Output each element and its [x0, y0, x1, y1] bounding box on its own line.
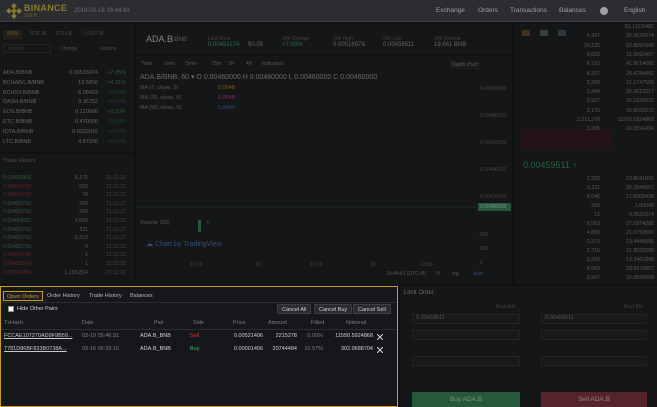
hide-other-pairs-checkbox[interactable] — [8, 306, 14, 312]
cancel-sell-button[interactable]: Cancel Sell — [353, 304, 391, 314]
order-notional: 11550.5924868 — [335, 333, 373, 339]
binance-logo-icon — [6, 3, 22, 19]
col-txhash: TxHash — [4, 320, 23, 326]
nav-transactions[interactable]: Transactions — [510, 7, 547, 14]
col-amount: Amount — [268, 320, 287, 326]
order-side: Sell — [190, 333, 200, 339]
order-date: 03-19 05:46:31 — [82, 333, 120, 339]
clock: 2019-03-18 16:44:43 — [74, 8, 130, 14]
order-date: 03-16 06:33:16 — [82, 346, 120, 352]
tab-trade-history[interactable]: Trade History — [86, 291, 125, 301]
order-price: 0.00521406 — [233, 333, 263, 339]
col-side: Side — [193, 320, 205, 326]
top-bar: BINANCE DEX 2019-03-18 16:44:43 Exchange… — [0, 0, 657, 22]
order-notional: 302.0688704 — [340, 346, 373, 352]
col-filled: Filled — [311, 320, 325, 326]
order-pair: ADA.B_BNB — [140, 333, 171, 339]
tab-order-history[interactable]: Order History — [44, 291, 83, 301]
tab-open-orders[interactable]: Open Orders — [3, 291, 43, 301]
header-divider — [1, 329, 396, 330]
order-side: Buy — [190, 346, 200, 352]
cancel-order-icon[interactable] — [377, 347, 383, 353]
table-row: FCCAE107270AD9F9B59... 03-19 05:46:31 AD… — [1, 331, 396, 343]
order-txhash-link[interactable]: 7781D86BF833B0738A... — [4, 346, 67, 352]
cancel-all-button[interactable]: Cancel All — [277, 304, 312, 314]
table-row: 7781D86BF833B0738A... 03-16 06:33:16 ADA… — [1, 344, 396, 356]
order-filled: 10.57% — [304, 346, 323, 352]
order-amount: 20744484 — [272, 346, 297, 352]
hide-other-pairs-label: Hide Other Pairs — [17, 306, 58, 312]
col-date: Date — [82, 320, 94, 326]
order-price: 0.00001456 — [233, 346, 263, 352]
tab-balances[interactable]: Balances — [127, 291, 156, 301]
nav-balances[interactable]: Balances — [559, 7, 586, 14]
cancel-buy-button[interactable]: Cancel Buy — [314, 304, 353, 314]
brand-sub: DEX — [25, 13, 38, 19]
tab-divider — [1, 302, 396, 303]
user-icon[interactable] — [600, 7, 608, 15]
nav-exchange[interactable]: Exchange — [436, 7, 465, 14]
order-pair: ADA.B_BNB — [140, 346, 171, 352]
col-pair: Pair — [154, 320, 164, 326]
order-amount: 2215278 — [275, 333, 297, 339]
order-txhash-link[interactable]: FCCAE107270AD9F9B59... — [4, 333, 72, 339]
language-select[interactable]: English — [624, 7, 645, 14]
brand-name: BINANCE — [24, 3, 68, 13]
nav-orders[interactable]: Orders — [478, 7, 498, 14]
col-price: Price — [233, 320, 246, 326]
orders-modal: Open Orders Order History Trade History … — [0, 286, 398, 407]
cancel-order-icon[interactable] — [377, 334, 383, 340]
col-notional: Notional — [346, 320, 367, 326]
order-filled: 0.00% — [307, 333, 323, 339]
